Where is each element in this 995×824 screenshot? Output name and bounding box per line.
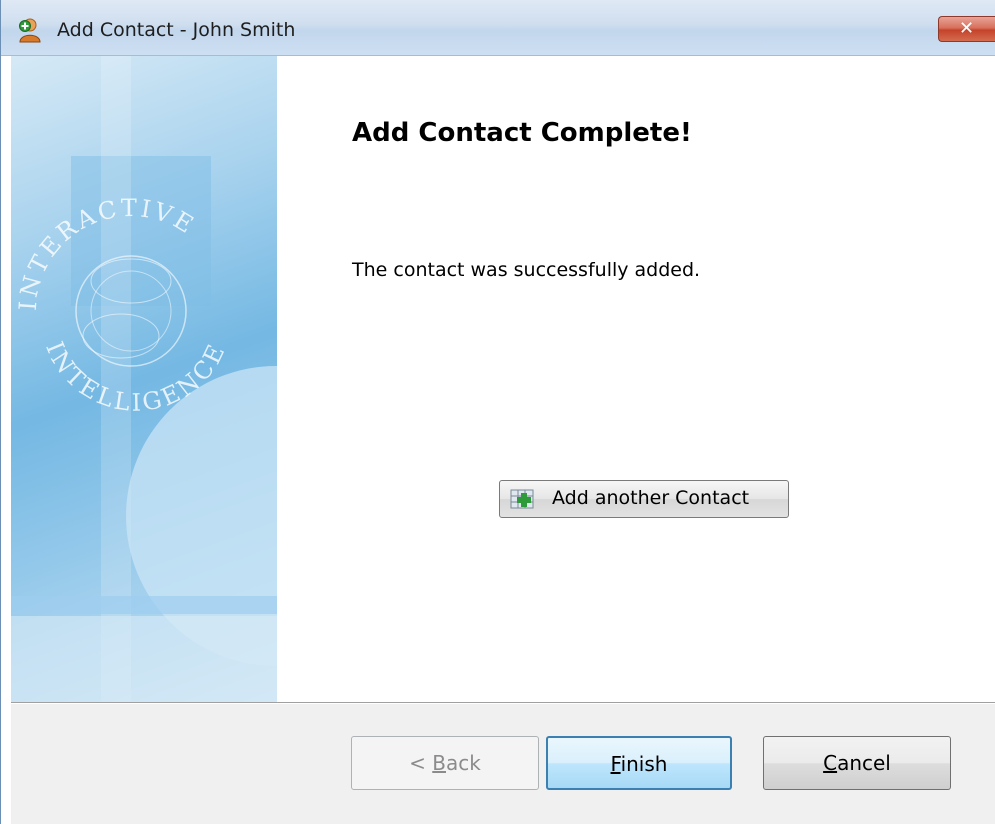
back-button[interactable]: < Back bbox=[351, 736, 539, 790]
cancel-label-mnemonic: C bbox=[823, 751, 838, 775]
status-message: The contact was successfully added. bbox=[352, 259, 701, 281]
finish-label-rest: inish bbox=[620, 752, 668, 776]
close-button[interactable]: ✕ bbox=[938, 16, 995, 42]
add-contact-grid-icon bbox=[510, 487, 534, 511]
finish-label-mnemonic: F bbox=[610, 752, 621, 776]
back-label-mnemonic: B bbox=[432, 751, 446, 775]
title-bar[interactable]: Add Contact - John Smith ✕ bbox=[1, 0, 995, 56]
add-another-contact-label: Add another Contact bbox=[552, 487, 750, 509]
back-label-prefix: < bbox=[409, 751, 433, 775]
window-title: Add Contact - John Smith bbox=[57, 19, 296, 41]
svg-text:INTELLIGENCE: INTELLIGENCE bbox=[40, 338, 231, 417]
page-title: Add Contact Complete! bbox=[352, 118, 692, 148]
add-contact-icon bbox=[17, 17, 43, 43]
close-icon: ✕ bbox=[959, 18, 975, 39]
finish-button[interactable]: Finish bbox=[546, 736, 732, 790]
cancel-button[interactable]: Cancel bbox=[763, 736, 951, 790]
cancel-label-rest: ancel bbox=[837, 751, 891, 775]
art-text-top: INTERACTIVE bbox=[14, 194, 198, 312]
svg-text:INTERACTIVE: INTERACTIVE bbox=[14, 194, 201, 312]
wizard-side-image: INTERACTIVE INTELLIGENCE bbox=[11, 56, 277, 702]
add-contact-dialog: Add Contact - John Smith ✕ INTERACTIVE I… bbox=[0, 0, 995, 824]
art-text-bottom: INTELLIGENCE bbox=[40, 338, 228, 417]
add-another-contact-button[interactable]: Add another Contact bbox=[499, 480, 789, 518]
back-label-rest: ack bbox=[446, 751, 481, 775]
